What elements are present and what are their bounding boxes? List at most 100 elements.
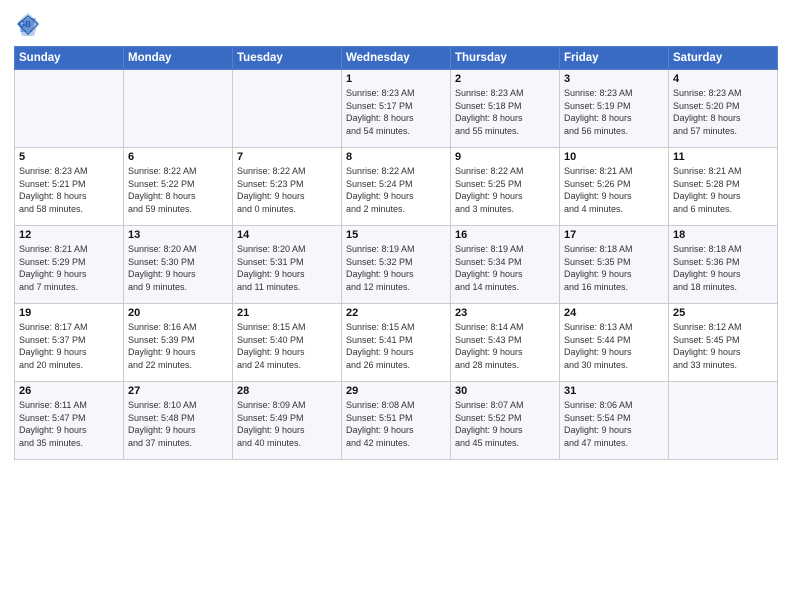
day-info: Sunrise: 8:15 AM Sunset: 5:41 PM Dayligh…: [346, 321, 446, 371]
day-info: Sunrise: 8:21 AM Sunset: 5:28 PM Dayligh…: [673, 165, 773, 215]
week-row-2: 5 Sunrise: 8:23 AM Sunset: 5:21 PM Daylig…: [15, 148, 778, 226]
day-number: 6: [128, 151, 228, 163]
day-number: 16: [455, 229, 555, 241]
header: GB: [14, 10, 778, 38]
day-number: 1: [346, 73, 446, 85]
week-row-3: 12Sunrise: 8:21 AM Sunset: 5:29 PM Dayli…: [15, 226, 778, 304]
day-info: Sunrise: 8:23 AM Sunset: 5:19 PM Dayligh…: [564, 87, 664, 137]
calendar-cell: 1 Sunrise: 8:23 AM Sunset: 5:17 PM Daylig…: [342, 70, 451, 148]
weekday-saturday: Saturday: [669, 47, 778, 70]
day-number: 19: [19, 307, 119, 319]
day-info: Sunrise: 8:11 AM Sunset: 5:47 PM Dayligh…: [19, 399, 119, 449]
day-info: Sunrise: 8:19 AM Sunset: 5:34 PM Dayligh…: [455, 243, 555, 293]
calendar-cell: [669, 382, 778, 460]
day-info: Sunrise: 8:08 AM Sunset: 5:51 PM Dayligh…: [346, 399, 446, 449]
day-info: Sunrise: 8:16 AM Sunset: 5:39 PM Dayligh…: [128, 321, 228, 371]
calendar-cell: 6 Sunrise: 8:22 AM Sunset: 5:22 PM Daylig…: [124, 148, 233, 226]
day-info: Sunrise: 8:22 AM Sunset: 5:22 PM Dayligh…: [128, 165, 228, 215]
day-number: 9: [455, 151, 555, 163]
calendar-body: 1 Sunrise: 8:23 AM Sunset: 5:17 PM Daylig…: [15, 70, 778, 460]
weekday-sunday: Sunday: [15, 47, 124, 70]
day-number: 23: [455, 307, 555, 319]
calendar-cell: 10Sunrise: 8:21 AM Sunset: 5:26 PM Dayli…: [560, 148, 669, 226]
day-number: 27: [128, 385, 228, 397]
calendar-cell: 28 Sunrise: 8:09 AM Sunset: 5:49 PM Dayli…: [233, 382, 342, 460]
calendar-cell: 2Sunrise: 8:23 AM Sunset: 5:18 PM Daylig…: [451, 70, 560, 148]
day-number: 24: [564, 307, 664, 319]
day-info: Sunrise: 8:20 AM Sunset: 5:30 PM Dayligh…: [128, 243, 228, 293]
calendar-cell: 16 Sunrise: 8:19 AM Sunset: 5:34 PM Dayli…: [451, 226, 560, 304]
day-info: Sunrise: 8:22 AM Sunset: 5:25 PM Dayligh…: [455, 165, 555, 215]
day-number: 25: [673, 307, 773, 319]
calendar-cell: 26 Sunrise: 8:11 AM Sunset: 5:47 PM Dayli…: [15, 382, 124, 460]
day-info: Sunrise: 8:23 AM Sunset: 5:21 PM Dayligh…: [19, 165, 119, 215]
day-number: 11: [673, 151, 773, 163]
svg-text:GB: GB: [19, 20, 31, 29]
week-row-4: 19 Sunrise: 8:17 AM Sunset: 5:37 PM Dayli…: [15, 304, 778, 382]
week-row-5: 26 Sunrise: 8:11 AM Sunset: 5:47 PM Dayli…: [15, 382, 778, 460]
calendar-cell: [15, 70, 124, 148]
day-number: 8: [346, 151, 446, 163]
day-info: Sunrise: 8:21 AM Sunset: 5:26 PM Dayligh…: [564, 165, 664, 215]
day-number: 20: [128, 307, 228, 319]
calendar-cell: 29 Sunrise: 8:08 AM Sunset: 5:51 PM Dayli…: [342, 382, 451, 460]
day-number: 18: [673, 229, 773, 241]
day-info: Sunrise: 8:13 AM Sunset: 5:44 PM Dayligh…: [564, 321, 664, 371]
calendar-cell: 30 Sunrise: 8:07 AM Sunset: 5:52 PM Dayli…: [451, 382, 560, 460]
day-number: 29: [346, 385, 446, 397]
calendar-cell: 20 Sunrise: 8:16 AM Sunset: 5:39 PM Dayli…: [124, 304, 233, 382]
calendar-cell: 14 Sunrise: 8:20 AM Sunset: 5:31 PM Dayli…: [233, 226, 342, 304]
calendar-cell: [233, 70, 342, 148]
day-info: Sunrise: 8:23 AM Sunset: 5:18 PM Dayligh…: [455, 87, 555, 137]
calendar-cell: 7 Sunrise: 8:22 AM Sunset: 5:23 PM Daylig…: [233, 148, 342, 226]
day-number: 30: [455, 385, 555, 397]
week-row-1: 1 Sunrise: 8:23 AM Sunset: 5:17 PM Daylig…: [15, 70, 778, 148]
weekday-monday: Monday: [124, 47, 233, 70]
calendar-cell: 21Sunrise: 8:15 AM Sunset: 5:40 PM Dayli…: [233, 304, 342, 382]
calendar-cell: 4 Sunrise: 8:23 AM Sunset: 5:20 PM Daylig…: [669, 70, 778, 148]
calendar-cell: 24 Sunrise: 8:13 AM Sunset: 5:44 PM Dayli…: [560, 304, 669, 382]
day-number: 3: [564, 73, 664, 85]
calendar-cell: 11 Sunrise: 8:21 AM Sunset: 5:28 PM Dayli…: [669, 148, 778, 226]
day-info: Sunrise: 8:21 AM Sunset: 5:29 PM Dayligh…: [19, 243, 119, 293]
day-number: 28: [237, 385, 337, 397]
calendar-cell: 8 Sunrise: 8:22 AM Sunset: 5:24 PM Daylig…: [342, 148, 451, 226]
day-info: Sunrise: 8:10 AM Sunset: 5:48 PM Dayligh…: [128, 399, 228, 449]
logo: GB: [14, 10, 46, 38]
day-info: Sunrise: 8:09 AM Sunset: 5:49 PM Dayligh…: [237, 399, 337, 449]
day-number: 31: [564, 385, 664, 397]
day-number: 26: [19, 385, 119, 397]
day-number: 15: [346, 229, 446, 241]
day-info: Sunrise: 8:06 AM Sunset: 5:54 PM Dayligh…: [564, 399, 664, 449]
page-container: GB SundayMondayTuesdayWednesdayThursdayF…: [0, 0, 792, 612]
calendar-cell: 15 Sunrise: 8:19 AM Sunset: 5:32 PM Dayli…: [342, 226, 451, 304]
day-info: Sunrise: 8:23 AM Sunset: 5:20 PM Dayligh…: [673, 87, 773, 137]
day-info: Sunrise: 8:07 AM Sunset: 5:52 PM Dayligh…: [455, 399, 555, 449]
calendar-cell: 19 Sunrise: 8:17 AM Sunset: 5:37 PM Dayli…: [15, 304, 124, 382]
calendar-cell: 5 Sunrise: 8:23 AM Sunset: 5:21 PM Daylig…: [15, 148, 124, 226]
calendar-cell: 13 Sunrise: 8:20 AM Sunset: 5:30 PM Dayli…: [124, 226, 233, 304]
calendar-cell: 3 Sunrise: 8:23 AM Sunset: 5:19 PM Daylig…: [560, 70, 669, 148]
day-number: 4: [673, 73, 773, 85]
day-number: 5: [19, 151, 119, 163]
day-number: 17: [564, 229, 664, 241]
day-info: Sunrise: 8:19 AM Sunset: 5:32 PM Dayligh…: [346, 243, 446, 293]
day-info: Sunrise: 8:17 AM Sunset: 5:37 PM Dayligh…: [19, 321, 119, 371]
day-number: 13: [128, 229, 228, 241]
calendar-cell: 18 Sunrise: 8:18 AM Sunset: 5:36 PM Dayli…: [669, 226, 778, 304]
day-info: Sunrise: 8:23 AM Sunset: 5:17 PM Dayligh…: [346, 87, 446, 137]
day-info: Sunrise: 8:18 AM Sunset: 5:36 PM Dayligh…: [673, 243, 773, 293]
weekday-tuesday: Tuesday: [233, 47, 342, 70]
calendar-cell: 22 Sunrise: 8:15 AM Sunset: 5:41 PM Dayli…: [342, 304, 451, 382]
day-info: Sunrise: 8:22 AM Sunset: 5:24 PM Dayligh…: [346, 165, 446, 215]
calendar-cell: 25Sunrise: 8:12 AM Sunset: 5:45 PM Dayli…: [669, 304, 778, 382]
calendar-cell: 27 Sunrise: 8:10 AM Sunset: 5:48 PM Dayli…: [124, 382, 233, 460]
day-info: Sunrise: 8:20 AM Sunset: 5:31 PM Dayligh…: [237, 243, 337, 293]
calendar-cell: [124, 70, 233, 148]
calendar-cell: 23Sunrise: 8:14 AM Sunset: 5:43 PM Dayli…: [451, 304, 560, 382]
day-number: 7: [237, 151, 337, 163]
day-number: 22: [346, 307, 446, 319]
calendar-cell: 17Sunrise: 8:18 AM Sunset: 5:35 PM Dayli…: [560, 226, 669, 304]
day-info: Sunrise: 8:22 AM Sunset: 5:23 PM Dayligh…: [237, 165, 337, 215]
day-number: 14: [237, 229, 337, 241]
